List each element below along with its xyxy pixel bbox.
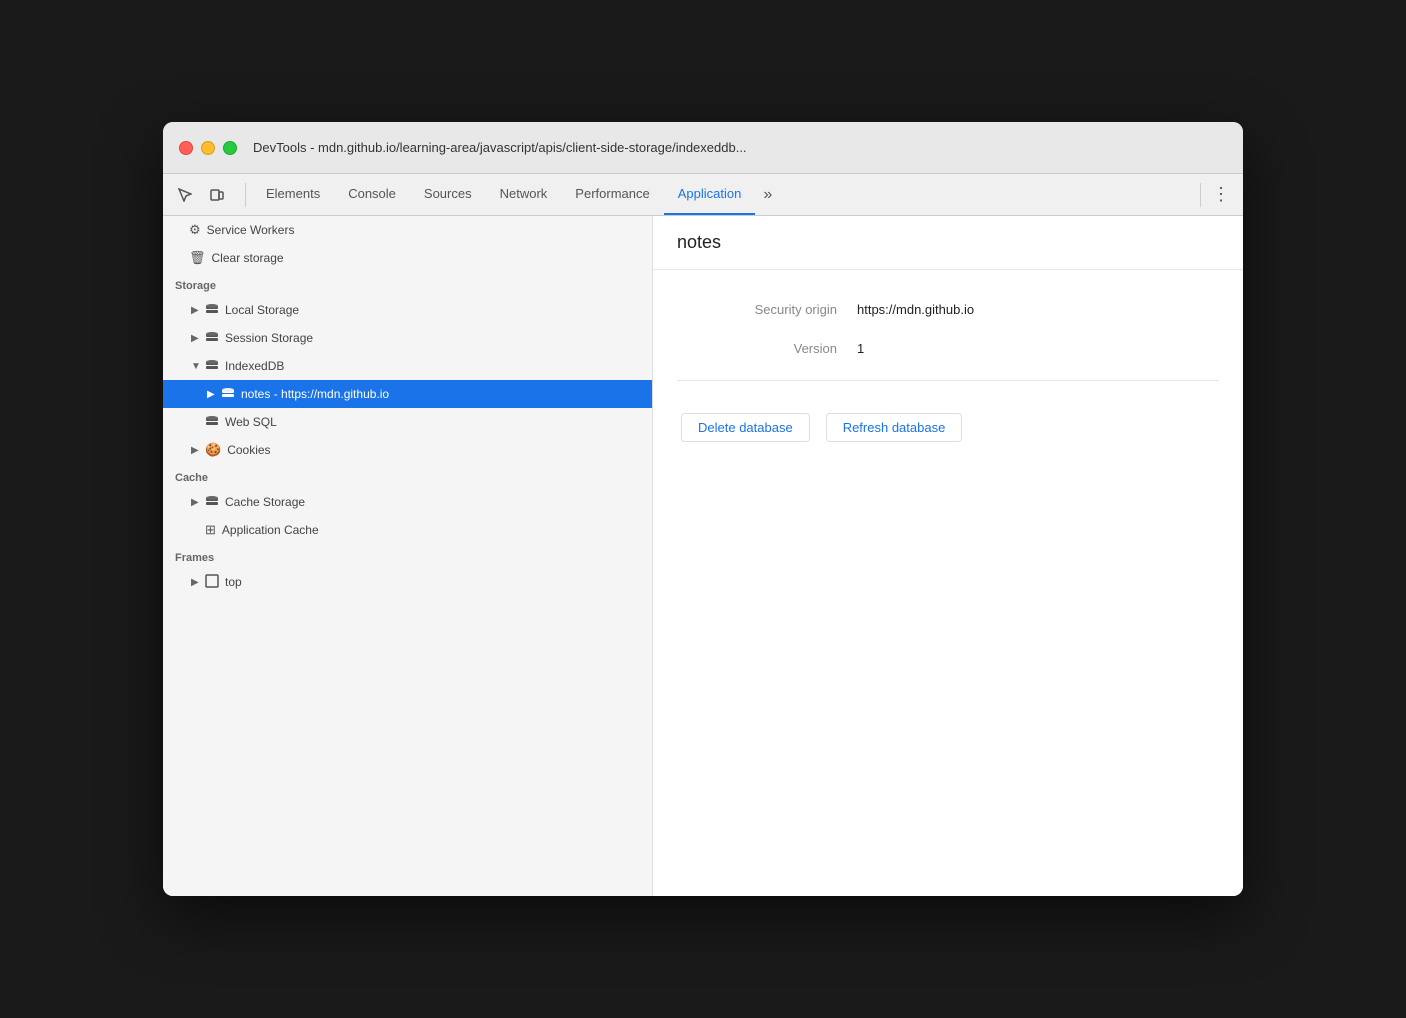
more-options-button[interactable]: ⋮: [1207, 181, 1235, 209]
sidebar-item-local-storage[interactable]: ▶ Local Storage: [163, 296, 652, 324]
sidebar-item-app-cache[interactable]: ⊞ Application Cache: [163, 516, 652, 544]
maximize-button[interactable]: [223, 141, 237, 155]
security-origin-label: Security origin: [677, 302, 837, 317]
toolbar: Elements Console Sources Network Perform…: [163, 174, 1243, 216]
toolbar-right: ⋮: [1194, 181, 1235, 209]
collapsed-arrow: ▶: [191, 577, 205, 588]
sidebar-item-cookies[interactable]: ▶ 🍪 Cookies: [163, 436, 652, 464]
minimize-button[interactable]: [201, 141, 215, 155]
action-buttons: Delete database Refresh database: [677, 413, 1219, 442]
toolbar-divider: [245, 183, 246, 207]
tab-elements[interactable]: Elements: [252, 174, 334, 215]
tab-list: Elements Console Sources Network Perform…: [252, 174, 780, 215]
tab-application[interactable]: Application: [664, 174, 756, 215]
security-origin-row: Security origin https://mdn.github.io: [677, 302, 1219, 317]
content-header: notes: [653, 216, 1243, 270]
sidebar-item-session-storage[interactable]: ▶ Session Storage: [163, 324, 652, 352]
sidebar-item-clear-storage[interactable]: 🗑 Clear storage: [163, 244, 652, 272]
more-tabs-button[interactable]: »: [755, 174, 780, 215]
device-mode-button[interactable]: [203, 181, 231, 209]
tab-performance[interactable]: Performance: [561, 174, 663, 215]
version-value: 1: [857, 341, 864, 356]
toolbar-right-divider: [1200, 183, 1201, 207]
tab-network[interactable]: Network: [486, 174, 562, 215]
storage-section-header: Storage: [163, 272, 652, 296]
web-sql-icon: [205, 414, 219, 431]
refresh-database-button[interactable]: Refresh database: [826, 413, 963, 442]
database-title: notes: [677, 232, 721, 252]
indexeddb-icon: [205, 358, 219, 375]
cookies-icon: 🍪: [205, 442, 221, 458]
devtools-window: DevTools - mdn.github.io/learning-area/j…: [163, 122, 1243, 896]
collapsed-arrow-white: ▶: [207, 389, 221, 400]
close-button[interactable]: [179, 141, 193, 155]
sidebar-item-service-workers[interactable]: ⚙ Service Workers: [163, 216, 652, 244]
content-divider: [677, 380, 1219, 381]
delete-database-button[interactable]: Delete database: [681, 413, 810, 442]
session-storage-icon: [205, 330, 219, 347]
content-body: Security origin https://mdn.github.io Ve…: [653, 270, 1243, 474]
toolbar-icons: [171, 181, 231, 209]
local-storage-icon: [205, 302, 219, 319]
collapsed-arrow: ▶: [191, 305, 205, 316]
version-row: Version 1: [677, 341, 1219, 356]
app-cache-icon: ⊞: [205, 522, 216, 538]
trash-icon: 🗑: [189, 250, 206, 266]
collapsed-arrow: ▶: [191, 333, 205, 344]
frame-icon: [205, 574, 219, 591]
sidebar-item-indexeddb[interactable]: ▼ IndexedDB: [163, 352, 652, 380]
window-title: DevTools - mdn.github.io/learning-area/j…: [253, 140, 747, 155]
expanded-arrow: ▼: [191, 361, 205, 372]
main-area: ⚙ Service Workers 🗑 Clear storage Storag…: [163, 216, 1243, 896]
cache-storage-icon: [205, 494, 219, 511]
gear-icon: ⚙: [189, 222, 201, 238]
frames-section-header: Frames: [163, 544, 652, 568]
notes-db-icon: [221, 386, 235, 403]
sidebar-item-notes-db[interactable]: ▶ notes - https://mdn.github.io: [163, 380, 652, 408]
sidebar-item-web-sql[interactable]: Web SQL: [163, 408, 652, 436]
tab-console[interactable]: Console: [334, 174, 410, 215]
collapsed-arrow: ▶: [191, 497, 205, 508]
collapsed-arrow: ▶: [191, 445, 205, 456]
tab-sources[interactable]: Sources: [410, 174, 486, 215]
sidebar-item-top-frame[interactable]: ▶ top: [163, 568, 652, 596]
sidebar-item-cache-storage[interactable]: ▶ Cache Storage: [163, 488, 652, 516]
content-panel: notes Security origin https://mdn.github…: [653, 216, 1243, 896]
titlebar: DevTools - mdn.github.io/learning-area/j…: [163, 122, 1243, 174]
traffic-lights: [179, 141, 237, 155]
version-label: Version: [677, 341, 837, 356]
security-origin-value: https://mdn.github.io: [857, 302, 974, 317]
sidebar: ⚙ Service Workers 🗑 Clear storage Storag…: [163, 216, 653, 896]
inspect-element-button[interactable]: [171, 181, 199, 209]
cache-section-header: Cache: [163, 464, 652, 488]
